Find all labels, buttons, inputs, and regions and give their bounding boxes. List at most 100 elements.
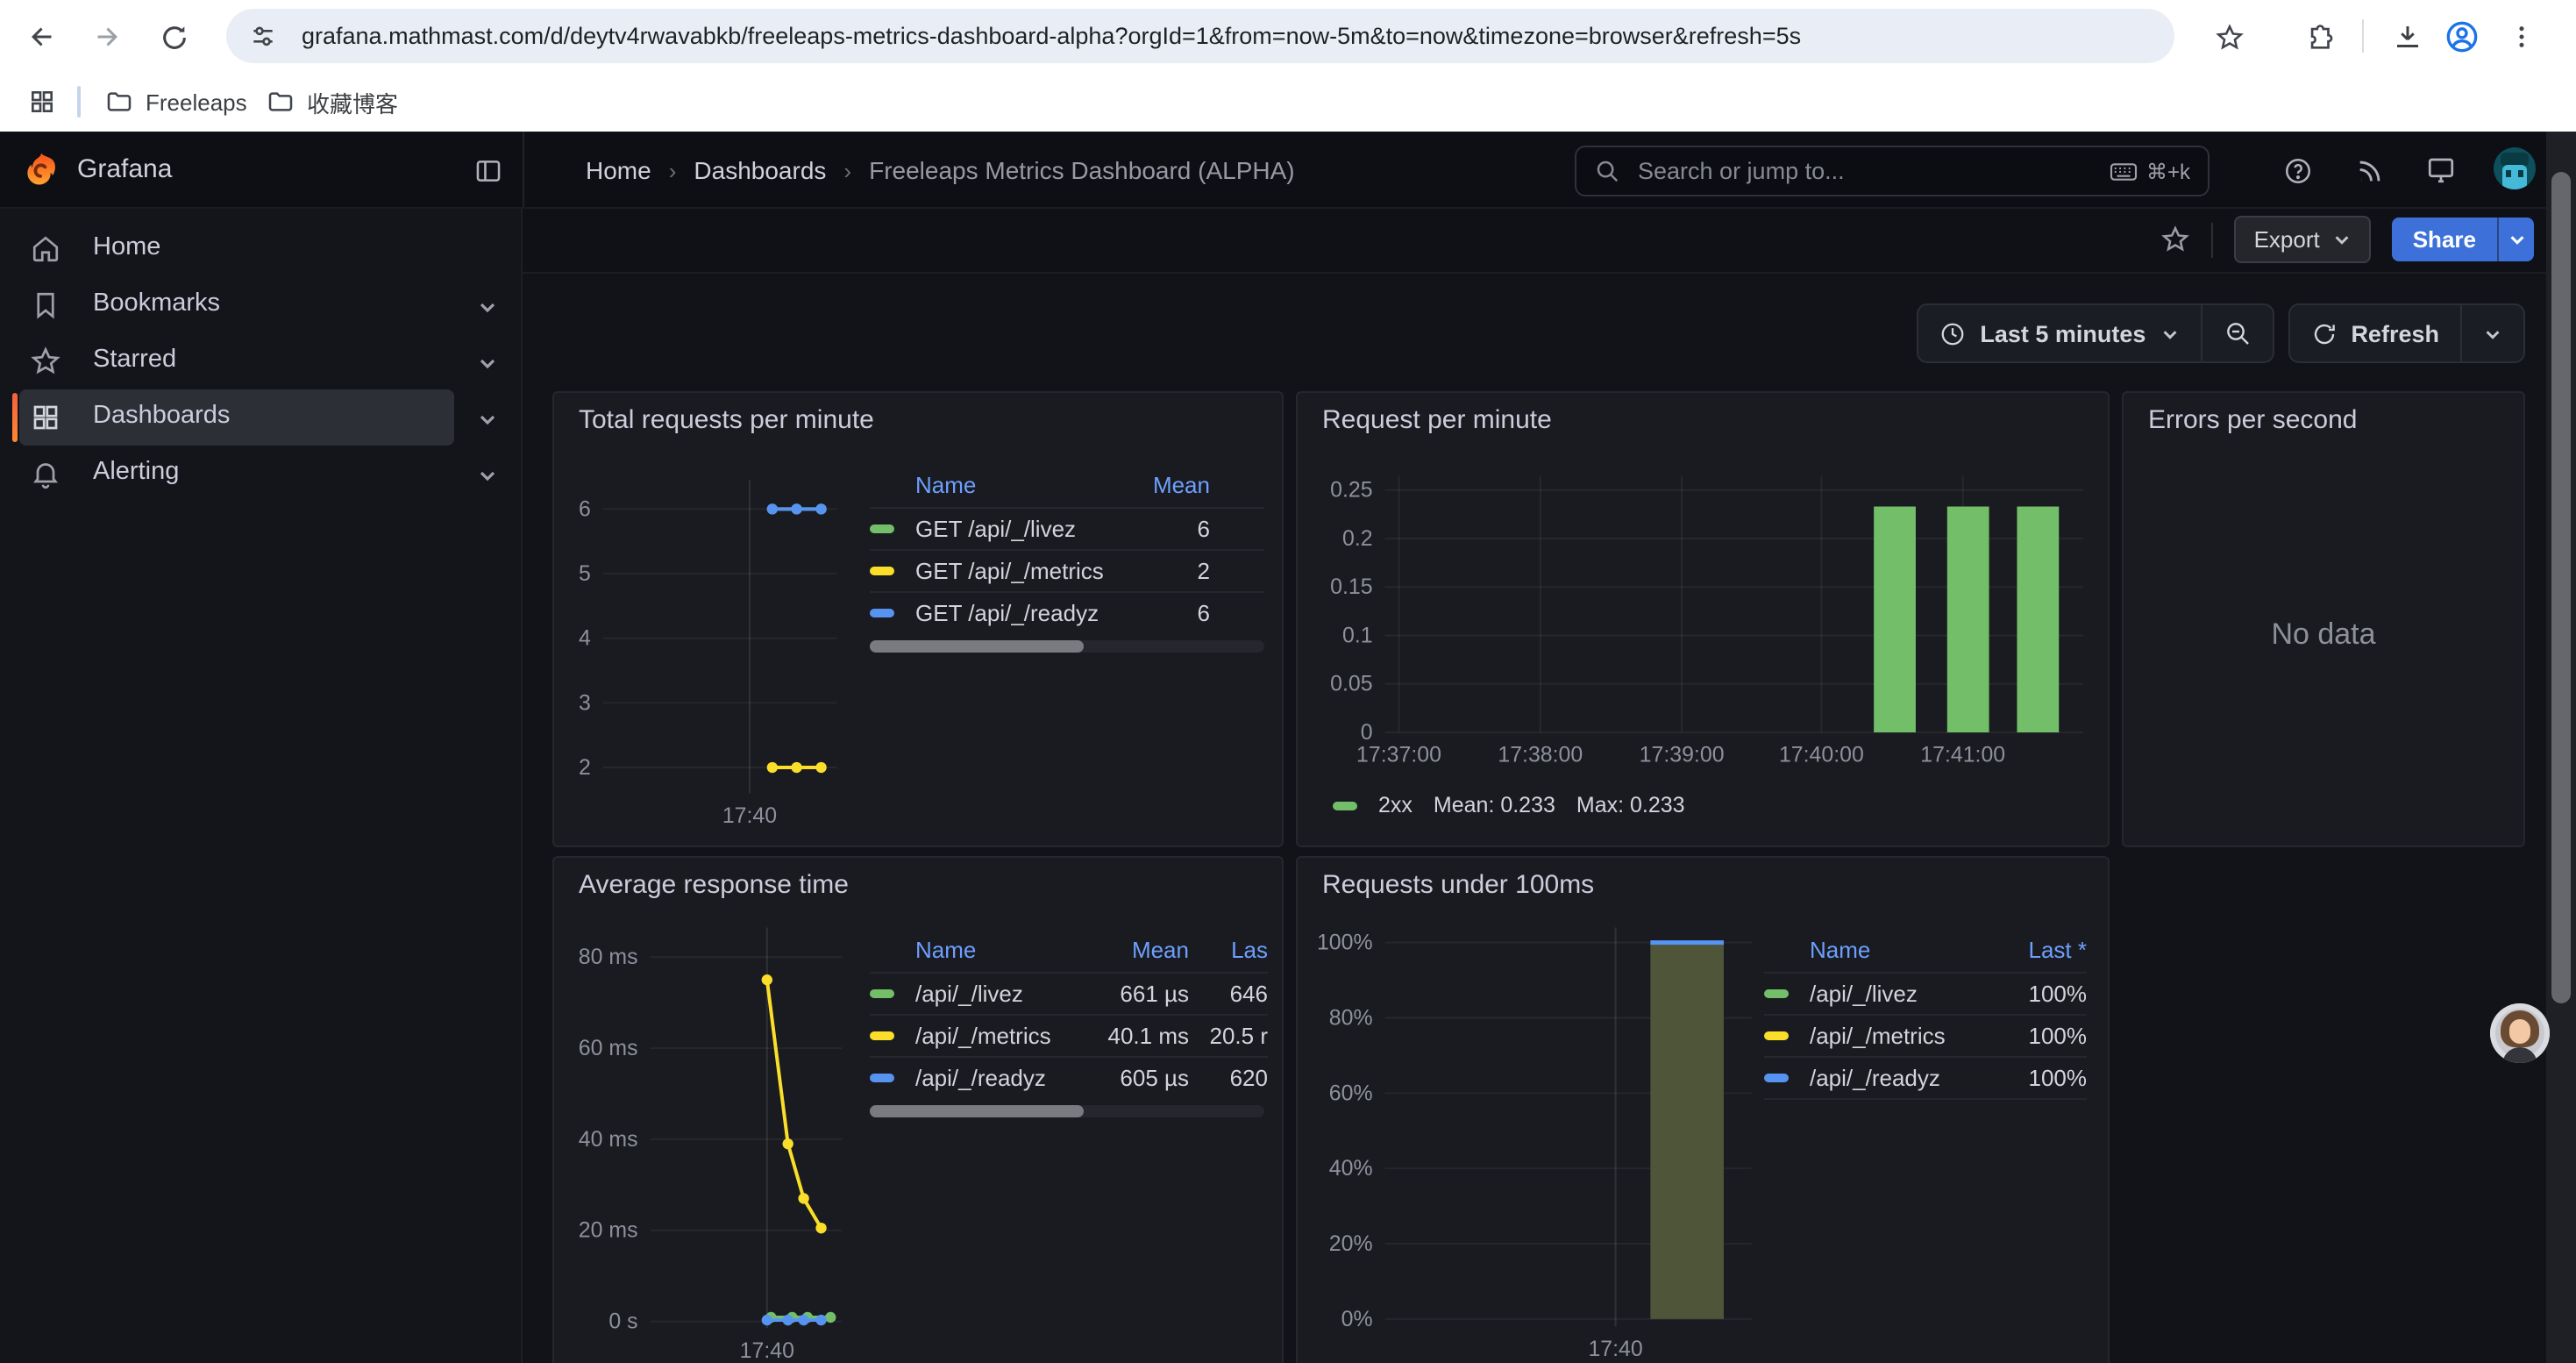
zoom-out-button[interactable] [2202,305,2272,361]
svg-text:0%: 0% [1341,1307,1373,1331]
svg-text:20%: 20% [1329,1231,1373,1256]
bookmark-icon [30,289,61,321]
breadcrumb: Home › Dashboards › Freeleaps Metrics Da… [586,156,1295,184]
svg-text:80 ms: 80 ms [579,946,638,969]
dashboard-actions-row: Export Share [523,207,2576,274]
time-controls: Last 5 minutes Refresh [1917,303,2525,363]
browser-toolbar: grafana.mathmast.com/d/deytv4rwavabkb/fr… [0,0,2576,72]
download-icon[interactable] [2385,14,2430,60]
time-range-picker[interactable]: Last 5 minutes [1918,305,2200,361]
chevron-down-icon[interactable] [477,409,498,430]
time-range-group: Last 5 minutes [1917,303,2274,363]
bell-icon [30,458,61,489]
svg-text:17:41:00: 17:41:00 [1920,744,2005,767]
sidebar-item-label: Bookmarks [93,289,220,318]
home-icon [30,233,61,265]
sidebar-item-label: Alerting [93,458,179,486]
sidebar-item-alerting[interactable]: Alerting [0,446,521,502]
bookmark-star-icon[interactable] [2206,14,2252,60]
user-avatar[interactable] [2494,147,2536,189]
dashboard-canvas: Last 5 minutes Refresh [523,274,2546,1363]
svg-text:60 ms: 60 ms [579,1037,638,1060]
star-icon [30,346,61,377]
legend-max: Max: 0.233 [1576,793,1685,817]
monitor-icon[interactable] [2423,153,2459,188]
bookmark-label: 收藏博客 [307,85,398,118]
svg-text:3: 3 [579,691,591,715]
svg-text:5: 5 [579,562,591,586]
chevron-down-icon[interactable] [477,296,498,318]
legend-scrollbar[interactable] [870,1105,1264,1117]
panel-title[interactable]: Errors per second [2148,405,2357,435]
active-accent-bar [12,393,18,442]
apps-grid-icon[interactable] [18,81,67,123]
grafana-header: Grafana Home › Dashboards › Freeleaps Me… [0,132,2576,209]
svg-text:0.1: 0.1 [1342,624,1373,647]
header-divider [523,132,524,207]
legend-table[interactable]: NameMeanLas/api/_/livez661 µs646/api/_/m… [870,928,1268,1098]
sidebar-item-label: Starred [93,346,176,374]
search-shortcut: ⌘+k [2110,159,2190,183]
help-icon[interactable] [2280,153,2315,188]
brand-title: Grafana [77,154,172,184]
svg-text:4: 4 [579,627,591,651]
scrollbar-thumb[interactable] [2551,172,2571,1003]
panel-average-response-time: Average response time 80 ms60 ms40 ms20 … [552,856,1284,1363]
sidebar-item-dashboards[interactable]: Dashboards [0,389,521,446]
chevron-down-icon [2507,230,2526,249]
bookmark-label: Freeleaps [146,89,247,115]
bookmark-folder-freeleaps[interactable]: Freeleaps [95,81,258,123]
sidebar-toggle-icon[interactable] [470,153,505,188]
news-rss-icon[interactable] [2352,153,2387,188]
refresh-label: Refresh [2351,320,2439,346]
request-per-minute-chart[interactable]: 0.250.20.150.10.05017:37:0017:38:0017:39… [1298,393,2108,846]
back-icon[interactable] [19,14,65,60]
breadcrumb-home[interactable]: Home [586,156,651,184]
no-data-message: No data [2124,617,2523,653]
floating-assistant-avatar[interactable] [2490,1003,2550,1063]
bookmarks-bar: Freeleaps 收藏博客 [0,72,2576,132]
search-box[interactable]: ⌘+k [1575,146,2210,196]
svg-text:40 ms: 40 ms [579,1128,638,1152]
forward-icon[interactable] [84,14,130,60]
sidebar-item-starred[interactable]: Starred [0,333,521,389]
chevron-down-icon[interactable] [477,353,498,374]
legend-table[interactable]: NameLast */api/_/livez100%/api/_/metrics… [1764,928,2087,1100]
refresh-interval-dropdown[interactable] [2462,305,2523,361]
sidebar-item-home[interactable]: Home [0,221,521,277]
svg-text:0.2: 0.2 [1342,527,1373,551]
reload-icon[interactable] [151,14,196,60]
grafana-logo[interactable] [23,151,60,188]
actions-divider [2212,222,2214,257]
profile-icon[interactable] [2439,14,2485,60]
url-bar[interactable]: grafana.mathmast.com/d/deytv4rwavabkb/fr… [226,9,2174,63]
sidebar-item-bookmarks[interactable]: Bookmarks [0,277,521,333]
chevron-down-icon [2332,230,2352,249]
chevron-down-icon[interactable] [477,465,498,486]
breadcrumb-separator: › [843,157,851,183]
svg-text:0.05: 0.05 [1330,673,1372,696]
search-input[interactable] [1634,156,2110,186]
refresh-group: Refresh [2288,303,2525,363]
share-dropdown-button[interactable] [2497,218,2534,261]
panel-total-requests-per-minute: Total requests per minute 6543217:40 Nam… [552,391,1284,847]
toolbar-divider [2362,19,2364,53]
svg-text:0.15: 0.15 [1330,575,1372,599]
svg-text:17:40: 17:40 [740,1339,794,1363]
bookmark-folder-blogs[interactable]: 收藏博客 [256,81,409,123]
refresh-button[interactable]: Refresh [2289,305,2460,361]
svg-text:17:40: 17:40 [1588,1337,1642,1361]
extensions-icon[interactable] [2297,14,2343,60]
keyboard-icon [2110,161,2138,182]
sidebar-item-label: Home [93,233,160,261]
share-button[interactable]: Share [2392,218,2497,261]
legend-scrollbar[interactable] [870,640,1264,653]
export-button[interactable]: Export [2235,216,2371,263]
refresh-icon [2310,320,2337,346]
browser-menu-icon[interactable] [2499,14,2544,60]
legend-2xx[interactable]: 2xx Mean: 0.233 Max: 0.233 [1333,793,1685,817]
legend-table[interactable]: NameMeanGET /api/_/livez6GET /api/_/metr… [870,463,1264,633]
screen: grafana.mathmast.com/d/deytv4rwavabkb/fr… [0,0,2576,1363]
favorite-star-icon[interactable] [2161,225,2191,254]
breadcrumb-dashboards[interactable]: Dashboards [694,156,826,184]
